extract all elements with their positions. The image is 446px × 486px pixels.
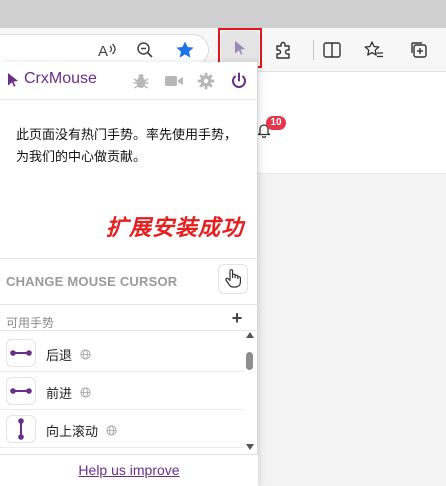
available-gestures-label: 可用手势	[6, 316, 55, 330]
crxmouse-popup: CrxMouse 此页面没有热门手势。率先使用手势，为我们的中心做贡献。 扩展安…	[0, 62, 258, 486]
cursor-arrow-icon	[235, 41, 245, 55]
favorite-star-icon[interactable]	[173, 39, 197, 61]
popup-header: CrxMouse	[0, 62, 258, 100]
change-cursor-button[interactable]	[218, 264, 248, 294]
favorites-list-icon[interactable]	[362, 39, 386, 61]
arrow-right-gesture-icon	[6, 377, 36, 405]
gesture-list: 后退 前进 向上滚动	[0, 332, 244, 452]
arrow-left-gesture-icon	[6, 339, 36, 367]
help-us-improve-link[interactable]: Help us improve	[0, 462, 258, 478]
crxmouse-extension-button[interactable]	[221, 31, 259, 65]
scroll-up-arrow-icon[interactable]	[246, 332, 254, 338]
change-cursor-title: CHANGE MOUSE CURSOR	[6, 274, 178, 289]
gear-icon[interactable]	[195, 70, 217, 92]
collections-icon[interactable]	[407, 39, 431, 61]
notification-badge: 10	[266, 116, 286, 130]
globe-icon	[106, 423, 117, 441]
add-gesture-button[interactable]: +	[228, 308, 246, 328]
gesture-list-scrollbar[interactable]	[244, 332, 256, 454]
gesture-row-back[interactable]: 后退	[0, 334, 244, 372]
extensions-puzzle-icon[interactable]	[272, 39, 296, 61]
gesture-label: 前进	[46, 386, 73, 401]
gesture-label: 向上滚动	[46, 424, 99, 439]
section-divider	[0, 258, 258, 259]
globe-icon	[80, 347, 91, 365]
hand-pointer-icon	[225, 269, 241, 288]
section-divider	[0, 304, 258, 305]
crxmouse-logo-icon	[6, 72, 20, 93]
gesture-row-forward[interactable]: 前进	[0, 372, 244, 410]
page-header-band	[258, 102, 446, 174]
web-page-content: 10	[256, 72, 446, 486]
section-divider	[0, 330, 258, 331]
install-success-banner: 扩展安装成功	[106, 215, 245, 240]
brand-name: CrxMouse	[24, 70, 97, 87]
bug-icon[interactable]	[130, 70, 152, 92]
page-body-area	[258, 174, 446, 486]
globe-icon	[80, 385, 91, 403]
scroll-down-arrow-icon[interactable]	[246, 444, 254, 450]
video-camera-icon[interactable]	[163, 70, 185, 92]
split-screen-icon[interactable]	[320, 39, 344, 61]
power-icon[interactable]	[228, 70, 250, 92]
browser-title-strip	[0, 0, 446, 28]
gesture-row-scroll-up[interactable]: 向上滚动	[0, 410, 244, 448]
svg-text:A: A	[98, 43, 108, 59]
arrow-up-gesture-icon	[6, 415, 36, 443]
no-gestures-message: 此页面没有热门手势。率先使用手势，为我们的中心做贡献。	[16, 127, 238, 164]
popup-footer: Help us improve	[0, 454, 258, 486]
toolbar-divider	[313, 40, 314, 60]
read-aloud-icon[interactable]: A	[96, 40, 118, 60]
gesture-label: 后退	[46, 348, 73, 363]
zoom-out-icon[interactable]	[134, 40, 156, 60]
scrollbar-thumb[interactable]	[246, 352, 253, 370]
